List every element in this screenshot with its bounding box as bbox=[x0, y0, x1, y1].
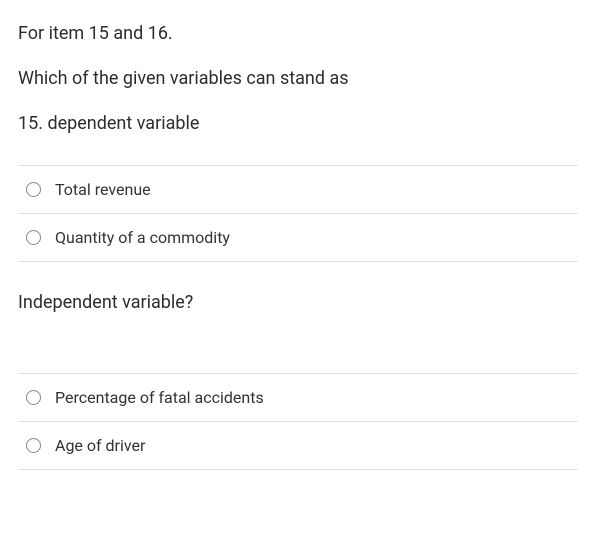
option-row[interactable]: Age of driver bbox=[18, 421, 578, 470]
question-part-1: 15. dependent variable bbox=[18, 110, 578, 137]
radio-icon[interactable] bbox=[26, 390, 41, 405]
question-stem: Which of the given variables can stand a… bbox=[18, 65, 578, 92]
radio-icon[interactable] bbox=[26, 182, 41, 197]
option-label: Age of driver bbox=[55, 436, 145, 455]
radio-icon[interactable] bbox=[26, 230, 41, 245]
option-row[interactable]: Total revenue bbox=[18, 165, 578, 213]
option-label: Percentage of fatal accidents bbox=[55, 388, 264, 407]
question-intro: For item 15 and 16. bbox=[18, 20, 578, 47]
option-row[interactable]: Percentage of fatal accidents bbox=[18, 373, 578, 421]
option-group-2: Percentage of fatal accidents Age of dri… bbox=[18, 373, 578, 470]
option-row[interactable]: Quantity of a commodity bbox=[18, 213, 578, 262]
option-group-1: Total revenue Quantity of a commodity bbox=[18, 165, 578, 262]
question-part-2: Independent variable? bbox=[18, 292, 578, 313]
radio-icon[interactable] bbox=[26, 438, 41, 453]
option-label: Total revenue bbox=[55, 180, 151, 199]
option-label: Quantity of a commodity bbox=[55, 228, 230, 247]
